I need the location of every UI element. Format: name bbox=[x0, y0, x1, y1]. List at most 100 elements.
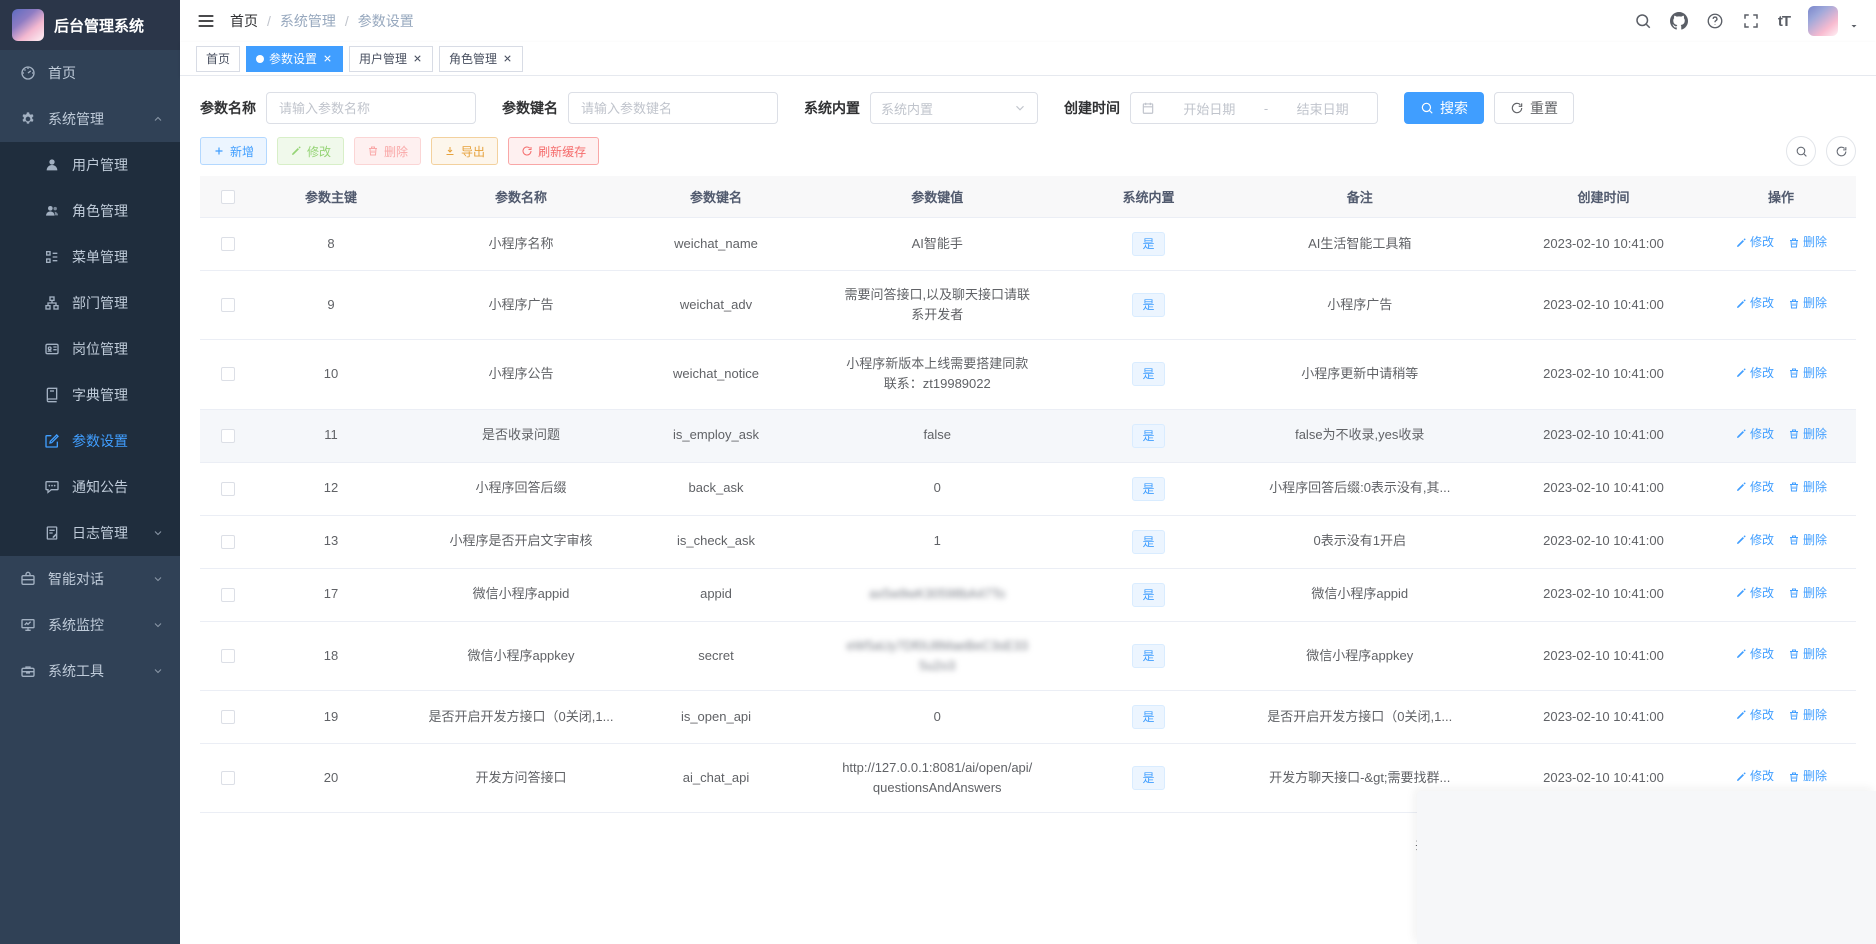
search-icon[interactable] bbox=[1634, 12, 1652, 30]
hamburger-icon[interactable] bbox=[196, 11, 216, 31]
row-edit-link[interactable]: 修改 bbox=[1735, 531, 1774, 550]
reset-button[interactable]: 重置 bbox=[1494, 92, 1574, 124]
cell-param-name: 开发方问答接口 bbox=[406, 754, 636, 802]
row-checkbox[interactable] bbox=[221, 710, 235, 724]
row-edit-link[interactable]: 修改 bbox=[1735, 584, 1774, 603]
builtin-badge: 是 bbox=[1132, 232, 1164, 256]
pencil-icon bbox=[1735, 367, 1747, 379]
date-range-picker[interactable]: 开始日期 - 结束日期 bbox=[1130, 92, 1378, 124]
sidebar-item[interactable]: 部门管理 bbox=[0, 280, 180, 326]
breadcrumb-item[interactable]: 系统管理 bbox=[280, 11, 336, 31]
search-icon bbox=[1420, 101, 1434, 115]
search-button[interactable]: 搜索 bbox=[1404, 92, 1484, 124]
row-edit-link[interactable]: 修改 bbox=[1735, 425, 1774, 444]
row-delete-link[interactable]: 删除 bbox=[1788, 531, 1827, 550]
filter-key-group: 参数键名 bbox=[502, 92, 778, 124]
avatar[interactable] bbox=[1808, 6, 1838, 36]
cell-param-name: 是否收录问题 bbox=[406, 411, 636, 459]
row-delete-link[interactable]: 删除 bbox=[1788, 364, 1827, 383]
cell-param-id: 9 bbox=[256, 281, 406, 329]
row-checkbox[interactable] bbox=[221, 482, 235, 496]
fullscreen-icon[interactable] bbox=[1742, 12, 1760, 30]
tab[interactable]: 角色管理 bbox=[439, 46, 523, 72]
sidebar-item[interactable]: 菜单管理 bbox=[0, 234, 180, 280]
sidebar-item[interactable]: 系统工具 bbox=[0, 648, 180, 694]
sidebar-item[interactable]: 字典管理 bbox=[0, 372, 180, 418]
row-delete-link[interactable]: 删除 bbox=[1788, 294, 1827, 313]
row-delete-link[interactable]: 删除 bbox=[1788, 425, 1827, 444]
cell-actions: 修改 删除 bbox=[1706, 464, 1856, 513]
close-icon[interactable] bbox=[322, 53, 333, 64]
font-size-icon[interactable]: tT bbox=[1778, 13, 1790, 30]
row-checkbox[interactable] bbox=[221, 771, 235, 785]
builtin-badge: 是 bbox=[1132, 530, 1164, 554]
builtin-select[interactable]: 系统内置 bbox=[870, 92, 1038, 124]
edit-icon bbox=[44, 433, 60, 449]
row-edit-link[interactable]: 修改 bbox=[1735, 767, 1774, 786]
row-delete-link[interactable]: 删除 bbox=[1788, 478, 1827, 497]
row-delete-link[interactable]: 删除 bbox=[1788, 645, 1827, 664]
delete-button[interactable]: 删除 bbox=[354, 137, 421, 165]
plus-icon bbox=[213, 145, 225, 157]
sidebar-item[interactable]: 角色管理 bbox=[0, 188, 180, 234]
tab[interactable]: 参数设置 bbox=[246, 46, 343, 72]
sidebar-item[interactable]: 通知公告 bbox=[0, 464, 180, 510]
add-button[interactable]: 新增 bbox=[200, 137, 267, 165]
row-checkbox[interactable] bbox=[221, 237, 235, 251]
refresh-cache-button[interactable]: 刷新缓存 bbox=[508, 137, 599, 165]
pencil-icon bbox=[1735, 709, 1747, 721]
help-icon[interactable] bbox=[1706, 12, 1724, 30]
sidebar-item[interactable]: 系统管理 bbox=[0, 96, 180, 142]
refresh-icon bbox=[1510, 101, 1524, 115]
row-checkbox[interactable] bbox=[221, 429, 235, 443]
row-delete-link[interactable]: 删除 bbox=[1788, 706, 1827, 725]
row-checkbox[interactable] bbox=[221, 367, 235, 381]
sidebar-item[interactable]: 参数设置 bbox=[0, 418, 180, 464]
select-all-checkbox[interactable] bbox=[221, 190, 235, 204]
close-icon[interactable] bbox=[502, 53, 513, 64]
param-key-input[interactable] bbox=[568, 92, 778, 124]
cell-builtin: 是 bbox=[1079, 218, 1219, 270]
row-edit-link[interactable]: 修改 bbox=[1735, 706, 1774, 725]
row-edit-link[interactable]: 修改 bbox=[1735, 478, 1774, 497]
row-checkbox[interactable] bbox=[221, 588, 235, 602]
trash-icon bbox=[1788, 428, 1800, 440]
row-delete-link[interactable]: 删除 bbox=[1788, 584, 1827, 603]
row-delete-link[interactable]: 删除 bbox=[1788, 233, 1827, 252]
export-button[interactable]: 导出 bbox=[431, 137, 498, 165]
refresh-table-button[interactable] bbox=[1826, 136, 1856, 166]
caret-down-icon[interactable] bbox=[1848, 20, 1860, 32]
param-name-label: 参数名称 bbox=[200, 98, 256, 118]
pencil-icon bbox=[1735, 648, 1747, 660]
tab[interactable]: 首页 bbox=[196, 46, 240, 72]
row-edit-link[interactable]: 修改 bbox=[1735, 364, 1774, 383]
row-edit-link[interactable]: 修改 bbox=[1735, 645, 1774, 664]
tags-bar: 首页 参数设置 用户管理 角色管理 bbox=[180, 42, 1876, 76]
row-checkbox[interactable] bbox=[221, 535, 235, 549]
sidebar-item[interactable]: 首页 bbox=[0, 50, 180, 96]
sidebar-item[interactable]: 智能对话 bbox=[0, 556, 180, 602]
row-edit-link[interactable]: 修改 bbox=[1735, 233, 1774, 252]
download-icon bbox=[444, 145, 456, 157]
cell-remark: 0表示没有1开启 bbox=[1219, 517, 1502, 565]
created-time-label: 创建时间 bbox=[1064, 98, 1120, 118]
toggle-search-button[interactable] bbox=[1786, 136, 1816, 166]
close-icon[interactable] bbox=[412, 53, 423, 64]
sidebar-item[interactable]: 岗位管理 bbox=[0, 326, 180, 372]
row-checkbox[interactable] bbox=[221, 298, 235, 312]
github-icon[interactable] bbox=[1670, 12, 1688, 30]
cell-param-value: 0 bbox=[796, 693, 1079, 741]
sidebar-item[interactable]: 系统监控 bbox=[0, 602, 180, 648]
row-delete-link[interactable]: 删除 bbox=[1788, 767, 1827, 786]
param-name-input[interactable] bbox=[266, 92, 476, 124]
tab[interactable]: 用户管理 bbox=[349, 46, 433, 72]
edit-button[interactable]: 修改 bbox=[277, 137, 344, 165]
row-checkbox[interactable] bbox=[221, 649, 235, 663]
row-edit-link[interactable]: 修改 bbox=[1735, 294, 1774, 313]
breadcrumb-item[interactable]: 首页 bbox=[230, 11, 258, 31]
cell-created-time: 2023-02-10 10:41:00 bbox=[1501, 693, 1706, 741]
cell-created-time: 2023-02-10 10:41:00 bbox=[1501, 517, 1706, 565]
sidebar-item[interactable]: 日志管理 bbox=[0, 510, 180, 556]
cell-param-key: weichat_adv bbox=[636, 281, 796, 329]
sidebar-item[interactable]: 用户管理 bbox=[0, 142, 180, 188]
